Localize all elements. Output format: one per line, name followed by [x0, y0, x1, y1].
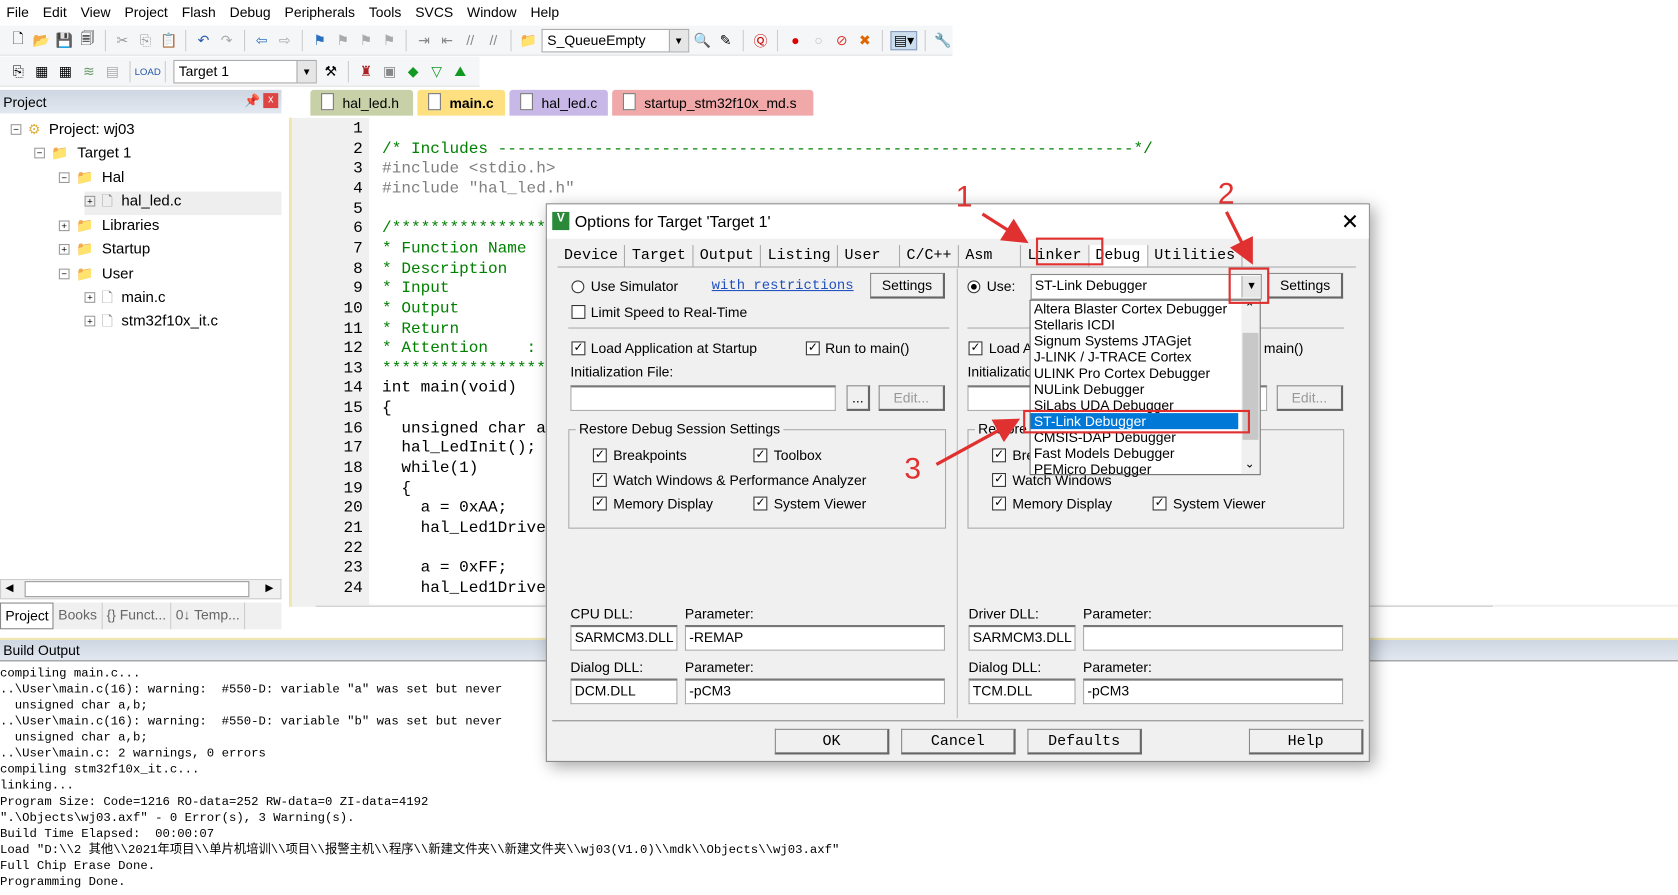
uvision-window: File Edit View Project Flash Debug Peripherals…: [0, 0, 1678, 895]
arrow-2: [1225, 211, 1253, 265]
arrow-1: [981, 212, 1029, 244]
annotation-arrows: [935, 211, 1253, 466]
arrow-3: [935, 418, 1021, 466]
